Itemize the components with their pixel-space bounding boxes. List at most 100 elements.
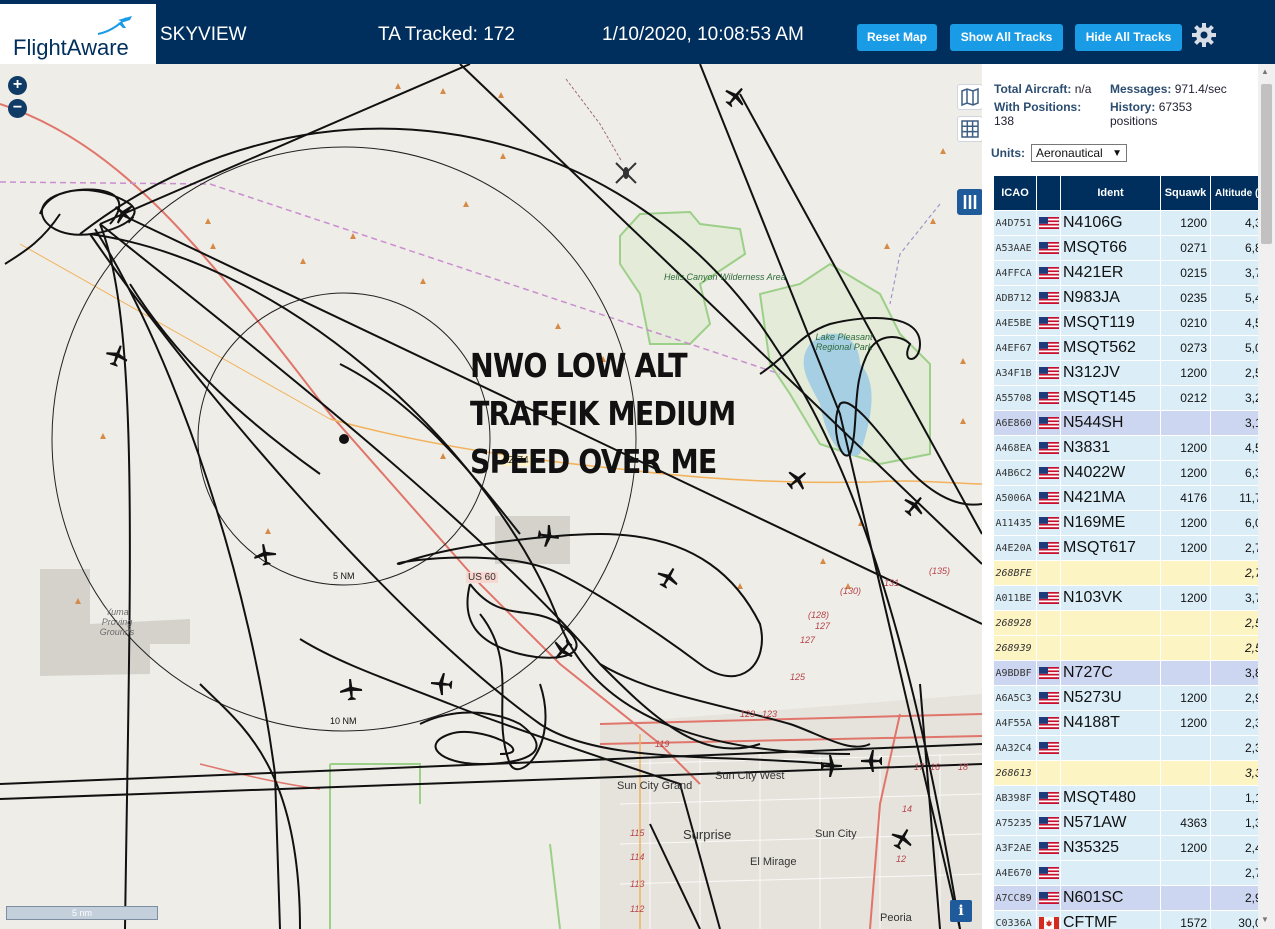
aircraft-ident-cell: CFTMF <box>1060 910 1161 929</box>
gear-icon[interactable] <box>1191 22 1217 48</box>
aircraft-squawk-cell: 0271 <box>1160 235 1211 261</box>
scroll-up-arrow-icon[interactable]: ▲ <box>1261 67 1269 76</box>
grid-toggle-button[interactable] <box>957 116 982 142</box>
aircraft-row[interactable]: A011BEN103VK12003,775 <box>993 585 1275 611</box>
reset-map-button[interactable]: Reset Map <box>857 24 937 51</box>
aircraft-row[interactable]: A4E6702,700 <box>993 860 1275 886</box>
total-aircraft-stat: Total Aircraft: n/a <box>994 82 1091 96</box>
road-number: 112 <box>630 904 645 914</box>
hide-all-tracks-button[interactable]: Hide All Tracks <box>1075 24 1182 51</box>
column-header-flag[interactable] <box>1036 175 1061 211</box>
aircraft-flag-cell <box>1036 410 1061 436</box>
aircraft-flag-cell <box>1036 885 1061 911</box>
aircraft-row[interactable]: A468EAN383112004,500 <box>993 435 1275 461</box>
aircraft-squawk-cell: 0273 <box>1160 335 1211 361</box>
aircraft-ident-cell <box>1060 860 1161 886</box>
aircraft-flag-cell <box>1036 685 1061 711</box>
history-label: History: <box>1110 100 1156 114</box>
aircraft-flag-cell <box>1036 735 1061 761</box>
aircraft-icao-cell: A5006A <box>993 485 1037 511</box>
place-sun-city: Sun City <box>815 828 857 840</box>
road-number: 127 <box>800 635 816 645</box>
aircraft-ident-cell: MSQT66 <box>1060 235 1161 261</box>
aircraft-icao-cell: A4E5BE <box>993 310 1037 336</box>
aircraft-flag-cell <box>1036 860 1061 886</box>
us-flag-icon <box>1038 266 1059 279</box>
aircraft-row[interactable]: AA32C42,300 <box>993 735 1275 761</box>
column-header-icao[interactable]: ICAO <box>993 175 1037 211</box>
aircraft-row[interactable]: C0336A CFTMF 1572 30,025 <box>993 910 1275 929</box>
aircraft-ident-cell: N312JV <box>1060 360 1161 386</box>
aircraft-icao-cell: A011BE <box>993 585 1037 611</box>
column-header-squawk[interactable]: Squawk <box>1160 175 1211 211</box>
urban-area <box>600 694 982 929</box>
aircraft-row[interactable]: A4D751N4106G12004,325 <box>993 210 1275 236</box>
aircraft-squawk-cell: 1200 <box>1160 510 1211 536</box>
road-number: 119 <box>655 739 670 749</box>
with-positions-label: With Positions: <box>994 100 1082 114</box>
aircraft-row[interactable]: A6E860N544SH3,100 <box>993 410 1275 436</box>
us-flag-icon <box>1038 391 1059 404</box>
aircraft-row[interactable]: A11435N169ME12006,000 <box>993 510 1275 536</box>
aircraft-squawk-cell <box>1160 635 1211 661</box>
aircraft-flag-cell <box>1036 435 1061 461</box>
aircraft-row[interactable]: A4EF67MSQT56202735,000 <box>993 335 1275 361</box>
aircraft-squawk-cell: 4363 <box>1160 810 1211 836</box>
us-flag-icon <box>1038 791 1059 804</box>
aircraft-icao-cell: C0336A <box>993 910 1037 929</box>
us-flag-icon <box>1038 241 1059 254</box>
columns-toggle-button[interactable] <box>957 189 982 215</box>
aircraft-squawk-cell <box>1160 660 1211 686</box>
aircraft-row[interactable]: A75235N571AW43631,375 <box>993 810 1275 836</box>
map-layers-button[interactable] <box>957 84 982 110</box>
column-header-ident[interactable]: Ident <box>1060 175 1161 211</box>
road-number: 114 <box>630 852 645 862</box>
aircraft-row[interactable]: A7CC89N601SC2,900 <box>993 885 1275 911</box>
aircraft-icao-cell: A3F2AE <box>993 835 1037 861</box>
aircraft-row[interactable]: 2689392,575 <box>993 635 1275 661</box>
us-flag-icon <box>1038 491 1059 504</box>
us-flag-icon <box>1038 816 1059 829</box>
aircraft-sidebar: Total Aircraft: n/a Messages: 971.4/sec … <box>982 64 1275 929</box>
aircraft-row[interactable]: 268BFE2,700 <box>993 560 1275 586</box>
aircraft-row[interactable]: A5006AN421MA417611,725 <box>993 485 1275 511</box>
aircraft-icao-cell: ADB712 <box>993 285 1037 311</box>
aircraft-row[interactable]: A55708MSQT14502123,200 <box>993 385 1275 411</box>
aircraft-icao-cell: A6A5C3 <box>993 685 1037 711</box>
app-title: SKYVIEW <box>160 24 247 45</box>
scroll-down-arrow-icon[interactable]: ▼ <box>1261 915 1269 924</box>
aircraft-ident-cell: MSQT480 <box>1060 785 1161 811</box>
canada-flag-icon <box>1038 916 1059 929</box>
units-select[interactable]: Aeronautical ▼ <box>1031 144 1127 162</box>
aircraft-row[interactable]: 2689282,500 <box>993 610 1275 636</box>
aircraft-row[interactable]: A4E5BEMSQT11902104,500 <box>993 310 1275 336</box>
aircraft-squawk-cell <box>1160 885 1211 911</box>
zoom-in-button[interactable]: + <box>8 76 27 95</box>
aircraft-row[interactable]: A6A5C3N5273U12002,900 <box>993 685 1275 711</box>
aircraft-row[interactable]: A4B6C2N4022W12006,300 <box>993 460 1275 486</box>
info-button[interactable]: i <box>950 900 972 922</box>
us-flag-icon <box>1038 591 1059 604</box>
us-flag-icon <box>1038 366 1059 379</box>
aircraft-row[interactable]: A3F2AEN3532512002,400 <box>993 835 1275 861</box>
aircraft-row[interactable]: ADB712N983JA02355,450 <box>993 285 1275 311</box>
aircraft-row[interactable]: A4E20AMSQT61712002,700 <box>993 535 1275 561</box>
aircraft-row[interactable]: A4F55AN4188T12002,300 <box>993 710 1275 736</box>
aircraft-icao-cell: A4EF67 <box>993 335 1037 361</box>
aircraft-row[interactable]: A9BDBFN727C3,800 <box>993 660 1275 686</box>
flightaware-logo[interactable]: FlightAware <box>0 4 156 64</box>
aircraft-row[interactable]: A53AAEMSQT6602716,800 <box>993 235 1275 261</box>
aircraft-row[interactable]: A4FFCAN421ER02153,700 <box>993 260 1275 286</box>
aircraft-row[interactable]: 2686133,300 <box>993 760 1275 786</box>
scrollbar-thumb[interactable] <box>1261 84 1272 244</box>
aircraft-row[interactable]: A34F1BN312JV12002,550 <box>993 360 1275 386</box>
aircraft-row[interactable]: AB398FMSQT4801,175 <box>993 785 1275 811</box>
show-all-tracks-button[interactable]: Show All Tracks <box>950 24 1063 51</box>
annotation-line: NWO LOW ALT <box>470 346 688 385</box>
us-flag-icon <box>1038 416 1059 429</box>
aircraft-flag-cell <box>1036 285 1061 311</box>
zoom-out-button[interactable]: − <box>8 99 27 118</box>
aircraft-flag-cell <box>1036 360 1061 386</box>
aircraft-squawk-cell <box>1160 735 1211 761</box>
map-view[interactable]: + − Hells Canyon Wilderness Area Lake Pl… <box>0 64 982 929</box>
